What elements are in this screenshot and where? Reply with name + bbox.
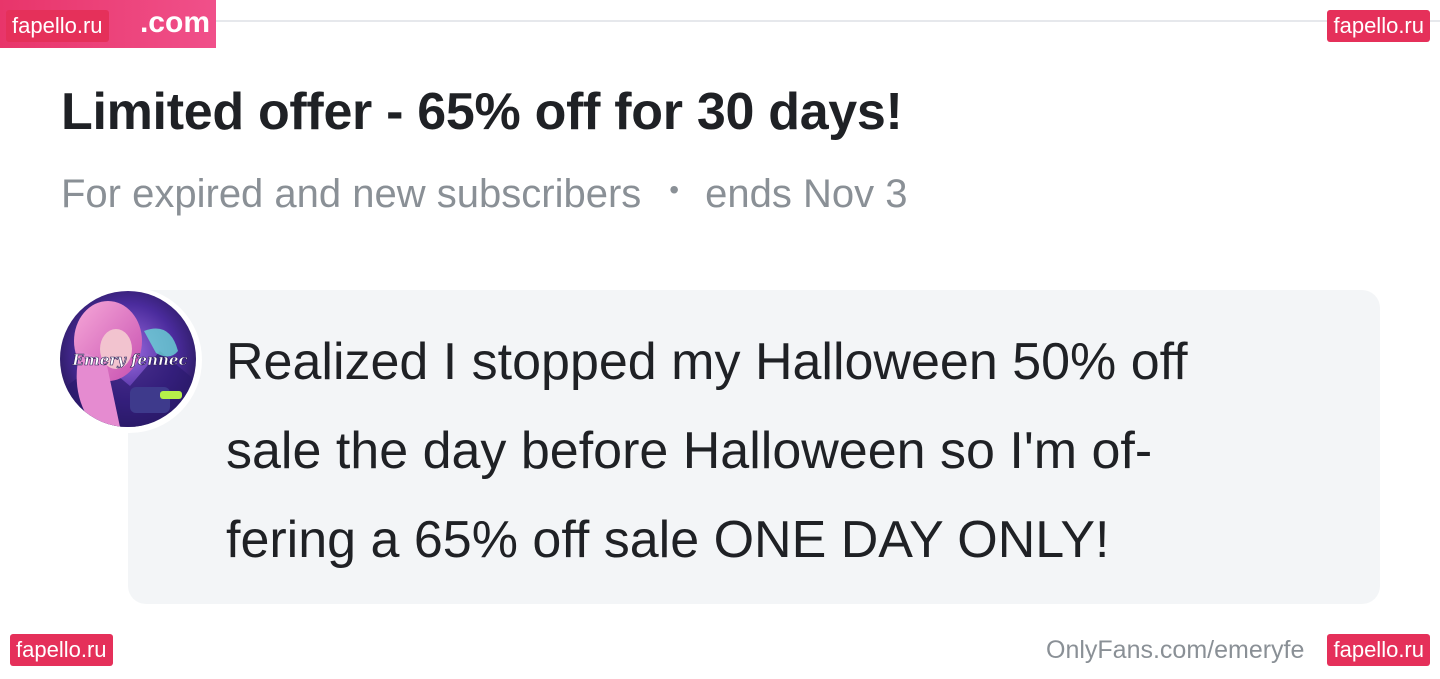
- message-line: Realized I stopped my Halloween 50% off: [226, 333, 1188, 391]
- offer-end-date: ends Nov 3: [705, 172, 908, 216]
- offer-title: Limited offer - 65% off for 30 days!: [61, 83, 903, 141]
- watermark-top-right: fapello.ru: [1327, 10, 1430, 42]
- watermark-bottom-right: fapello.ru: [1327, 634, 1430, 666]
- offer-meta: For expired and new subscribers • ends Nov…: [61, 172, 907, 217]
- offer-screenshot: .com fapello.ru fapello.ru Limited offer…: [0, 0, 1440, 679]
- message-line: fering a 65% off sale ONE DAY ONLY!: [226, 511, 1110, 569]
- top-divider: [0, 20, 1440, 22]
- offer-audience: For expired and new subscribers: [61, 172, 642, 216]
- message-text: Realized I stopped my Halloween 50% off …: [226, 318, 1356, 585]
- footer-profile-url: OnlyFans.com/emeryfe: [1046, 636, 1305, 664]
- watermark-bottom-left: fapello.ru: [10, 634, 113, 666]
- watermark-top-left: fapello.ru: [6, 10, 109, 42]
- meta-separator: •: [669, 174, 680, 205]
- message-line: sale the day before Halloween so I'm of-: [226, 422, 1153, 480]
- brand-watermark-text: .com: [139, 6, 210, 39]
- avatar-caption: Emery fennec: [71, 351, 187, 369]
- avatar-image: Emery fennec: [60, 291, 196, 427]
- avatar[interactable]: Emery fennec: [60, 291, 196, 427]
